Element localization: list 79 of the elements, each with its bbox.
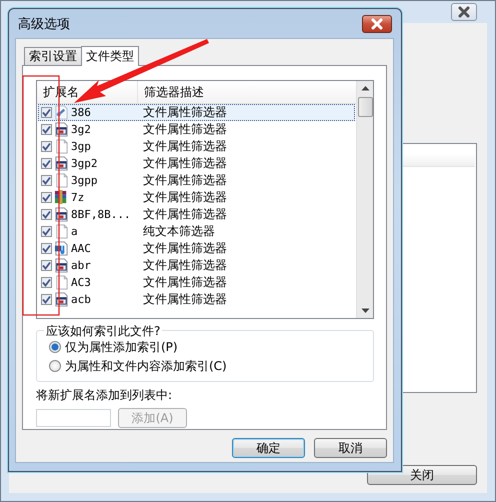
file-icon xyxy=(54,122,69,137)
list-row[interactable]: 3gpp 文件属性筛选器 xyxy=(38,172,355,189)
file-icon xyxy=(54,207,69,222)
filter-text: 文件属性筛选器 xyxy=(142,275,227,290)
extension-text: AAC xyxy=(71,242,91,255)
up-arrow-icon xyxy=(360,85,370,91)
file-icon xyxy=(54,173,69,188)
file-icon xyxy=(54,241,69,256)
filter-text: 文件属性筛选器 xyxy=(142,292,227,307)
radio-button[interactable] xyxy=(49,341,61,353)
checkbox[interactable] xyxy=(41,209,52,220)
list-row[interactable]: 3gp 文件属性筛选器 xyxy=(38,138,355,155)
extension-text: 8BF,8B... xyxy=(71,208,131,221)
extension-text: 3gp2 xyxy=(71,157,98,170)
filter-text: 文件属性筛选器 xyxy=(142,156,227,171)
radio-button[interactable] xyxy=(49,360,61,372)
scrollbar[interactable] xyxy=(356,81,373,318)
file-icon xyxy=(54,224,69,239)
checkbox[interactable] xyxy=(41,175,52,186)
group-label: 应该如何索引此文件? xyxy=(44,323,162,340)
checkbox[interactable] xyxy=(41,277,52,288)
list-row[interactable]: a 纯文本筛选器 xyxy=(38,223,355,240)
filter-text: 纯文本筛选器 xyxy=(142,224,215,239)
filter-text: 文件属性筛选器 xyxy=(142,105,227,120)
checkbox[interactable] xyxy=(41,260,52,271)
filter-text: 文件属性筛选器 xyxy=(142,173,227,188)
extension-text: 3gpp xyxy=(71,174,98,187)
input-field[interactable] xyxy=(36,409,111,427)
filter-text: 文件属性筛选器 xyxy=(142,258,227,273)
file-icon xyxy=(54,292,69,307)
checkbox[interactable] xyxy=(41,294,52,305)
window-title: 高级选项 xyxy=(18,16,71,32)
ok-button[interactable]: 确定 xyxy=(232,438,305,458)
list-row[interactable]: AC3 文件属性筛选器 xyxy=(38,274,355,291)
file-icon xyxy=(54,105,69,120)
list-row[interactable]: 386 文件属性筛选器 xyxy=(38,104,355,121)
list-row[interactable]: 8BF,8B... 文件属性筛选器 xyxy=(38,206,355,223)
checkbox[interactable] xyxy=(41,226,52,237)
extension-text: a xyxy=(71,225,78,238)
extension-text: acb xyxy=(71,293,91,306)
checkbox[interactable] xyxy=(41,243,52,254)
checkbox[interactable] xyxy=(41,158,52,169)
cancel-button[interactable]: 取消 xyxy=(314,438,387,458)
extension-text: 7z xyxy=(71,191,84,204)
list-row[interactable]: 3g2 文件属性筛选器 xyxy=(38,121,355,138)
extension-text: abr xyxy=(71,259,91,272)
field-label: 将新扩展名添加到列表中: xyxy=(36,387,174,404)
filter-text: 文件属性筛选器 xyxy=(142,241,227,256)
radio-option[interactable]: 仅为属性添加索引(P) xyxy=(49,339,373,355)
close-button[interactable] xyxy=(362,14,392,32)
extension-text: 3g2 xyxy=(71,123,91,136)
close-button[interactable] xyxy=(451,3,477,21)
list-row[interactable]: acb 文件属性筛选器 xyxy=(38,291,355,308)
tab[interactable]: 索引设置 xyxy=(24,47,82,65)
checkbox[interactable] xyxy=(41,124,52,135)
list-row[interactable]: 3gp2 文件属性筛选器 xyxy=(38,155,355,172)
checkbox[interactable] xyxy=(41,107,52,118)
down-arrow-icon xyxy=(360,308,370,314)
filter-text: 文件属性筛选器 xyxy=(142,207,227,222)
file-icon xyxy=(54,258,69,273)
extension-text: 3gp xyxy=(71,140,91,153)
filter-text: 文件属性筛选器 xyxy=(142,139,227,154)
extension-text: AC3 xyxy=(71,276,91,289)
file-icon xyxy=(54,190,69,205)
list-row[interactable]: abr 文件属性筛选器 xyxy=(38,257,355,274)
file-icon xyxy=(54,275,69,290)
filter-text: 文件属性筛选器 xyxy=(142,190,227,205)
tab[interactable]: 文件类型 xyxy=(81,46,139,66)
list-row[interactable]: AAC 文件属性筛选器 xyxy=(38,240,355,257)
list-row[interactable]: 7z 文件属性筛选器 xyxy=(38,189,355,206)
radio-option[interactable]: 为属性和文件内容添加索引(C) xyxy=(49,358,373,374)
file-icon xyxy=(54,156,69,171)
extension-text: 386 xyxy=(71,106,91,119)
file-icon xyxy=(54,139,69,154)
checkbox[interactable] xyxy=(41,192,52,203)
scroll-thumb[interactable] xyxy=(358,97,372,117)
filter-text: 文件属性筛选器 xyxy=(142,122,227,137)
checkbox[interactable] xyxy=(41,141,52,152)
column-header[interactable]: 筛选器描述 xyxy=(138,81,356,103)
